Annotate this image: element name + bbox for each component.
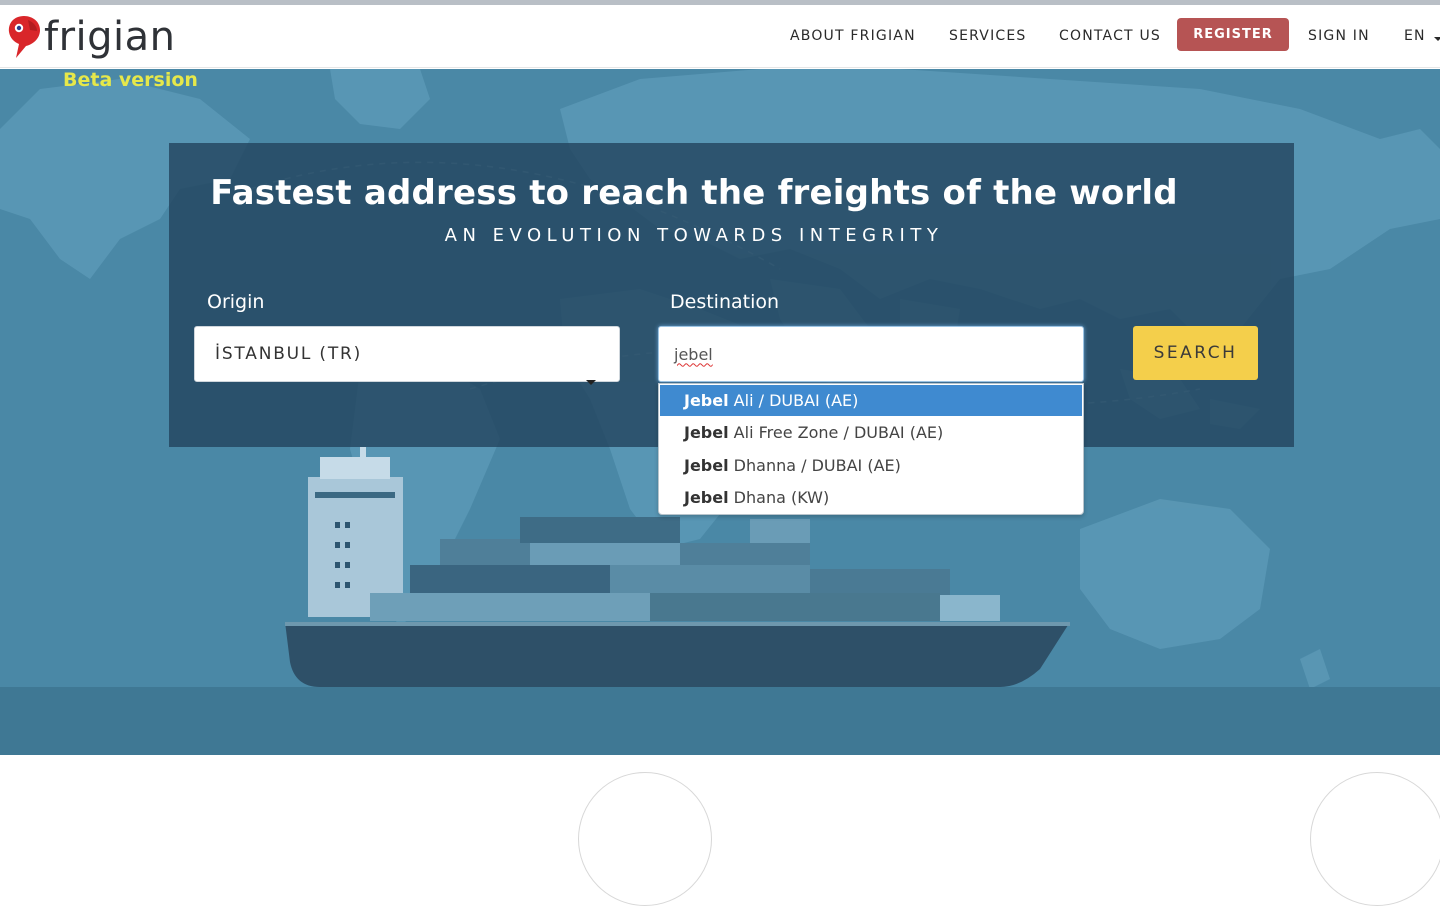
feature-circle — [578, 772, 712, 906]
destination-value: jebel — [674, 344, 713, 364]
suggestion-item[interactable]: Jebel Dhanna / DUBAI (AE) — [659, 450, 1083, 483]
nav-about[interactable]: ABOUT FRIGIAN — [790, 5, 916, 68]
logo[interactable]: frigian — [6, 11, 176, 63]
search-button[interactable]: SEARCH — [1133, 326, 1258, 380]
origin-label: Origin — [207, 291, 265, 313]
destination-input[interactable]: jebel — [658, 326, 1084, 382]
brand-name: frigian — [44, 14, 176, 60]
hero-headline: Fastest address to reach the freights of… — [210, 173, 1178, 213]
hero-subline: AN EVOLUTION TOWARDS INTEGRITY — [444, 225, 944, 246]
sea-band — [0, 687, 1440, 755]
language-selector[interactable]: EN — [1404, 5, 1426, 68]
suggestion-item[interactable]: Jebel Ali Free Zone / DUBAI (AE) — [659, 417, 1083, 450]
destination-label: Destination — [670, 291, 780, 313]
suggestion-item[interactable]: Jebel Ali / DUBAI (AE) — [660, 385, 1082, 416]
register-button[interactable]: REGISTER — [1177, 18, 1289, 51]
chevron-down-icon[interactable] — [586, 380, 596, 385]
nav-sign-in[interactable]: SIGN IN — [1308, 5, 1370, 68]
origin-input[interactable]: İSTANBUL (TR) — [194, 326, 620, 382]
origin-value: İSTANBUL (TR) — [215, 344, 363, 364]
nav-services[interactable]: SERVICES — [949, 5, 1027, 68]
beta-badge: Beta version — [63, 69, 198, 91]
destination-suggestions: Jebel Ali / DUBAI (AE) Jebel Ali Free Zo… — [658, 383, 1084, 515]
parrot-logo-icon — [8, 16, 40, 58]
chevron-down-icon[interactable] — [1434, 37, 1440, 41]
nav-contact[interactable]: CONTACT US — [1059, 5, 1161, 68]
feature-circle — [1310, 772, 1440, 906]
site-header: frigian ABOUT FRIGIAN SERVICES CONTACT U… — [0, 5, 1440, 68]
suggestion-item[interactable]: Jebel Dhana (KW) — [659, 482, 1083, 515]
